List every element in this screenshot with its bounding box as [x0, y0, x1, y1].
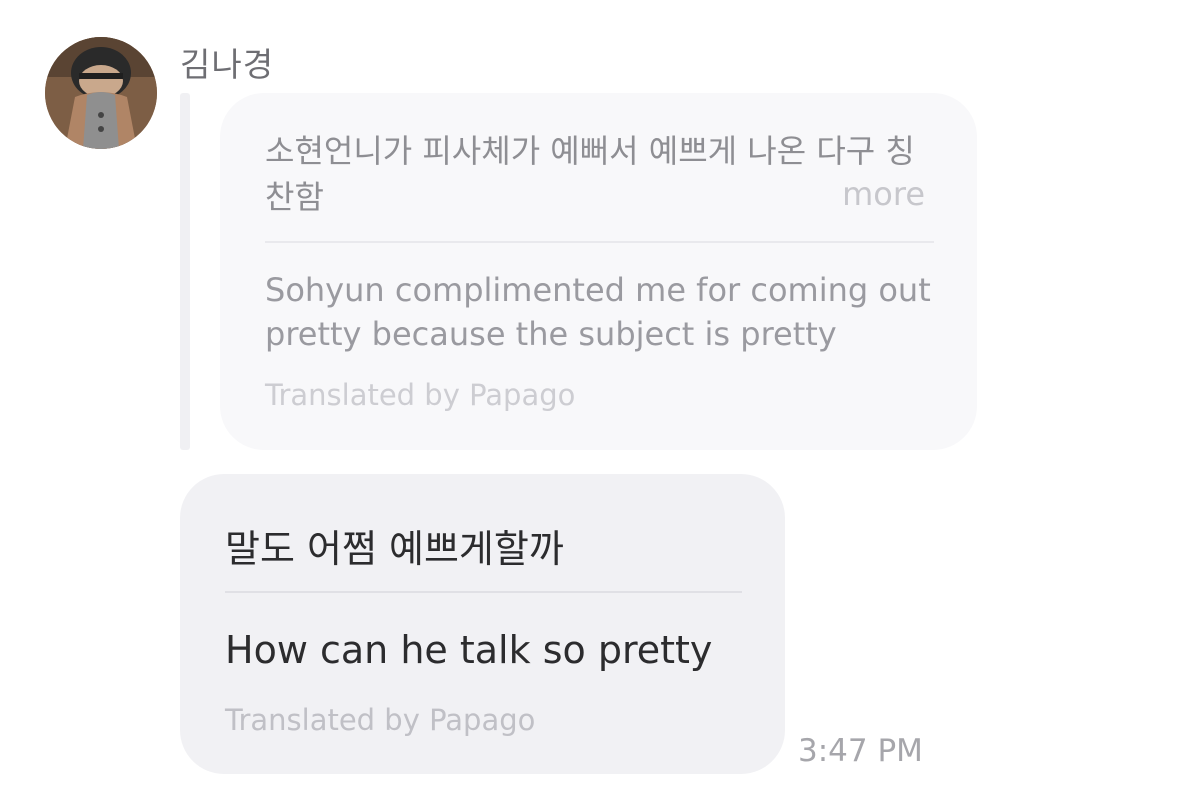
more-link[interactable]: more [842, 175, 925, 213]
message-bubble[interactable]: 말도 어쩜 예쁘게할까 How can he talk so pretty Tr… [180, 474, 785, 774]
quoted-message-bubble[interactable]: 소현언니가 피사체가 예뻐서 예쁘게 나온 다구 칭찬함 more Sohyun… [220, 93, 977, 450]
message-timestamp: 3:47 PM [798, 733, 923, 769]
quoted-translated-text: Sohyun complimented me for coming out pr… [265, 268, 955, 356]
quoted-translated-text-content: Sohyun complimented me for coming out pr… [265, 271, 931, 353]
divider [225, 591, 742, 593]
chat-view: 김나경 소현언니가 피사체가 예뻐서 예쁘게 나온 다구 칭찬함 more So… [0, 0, 1200, 807]
message-translated-text: How can he talk so pretty [225, 628, 713, 672]
translation-credit: Translated by Papago [265, 378, 576, 412]
sender-name: 김나경 [180, 45, 275, 84]
profile-photo-icon [45, 37, 157, 149]
translation-credit: Translated by Papago [225, 703, 536, 737]
reply-indicator-bar [180, 93, 190, 450]
message-original-text: 말도 어쩜 예쁘게할까 [225, 527, 564, 571]
divider [265, 241, 934, 243]
avatar[interactable] [45, 37, 157, 149]
quoted-original-text: 소현언니가 피사체가 예뻐서 예쁘게 나온 다구 칭찬함 [265, 132, 915, 216]
